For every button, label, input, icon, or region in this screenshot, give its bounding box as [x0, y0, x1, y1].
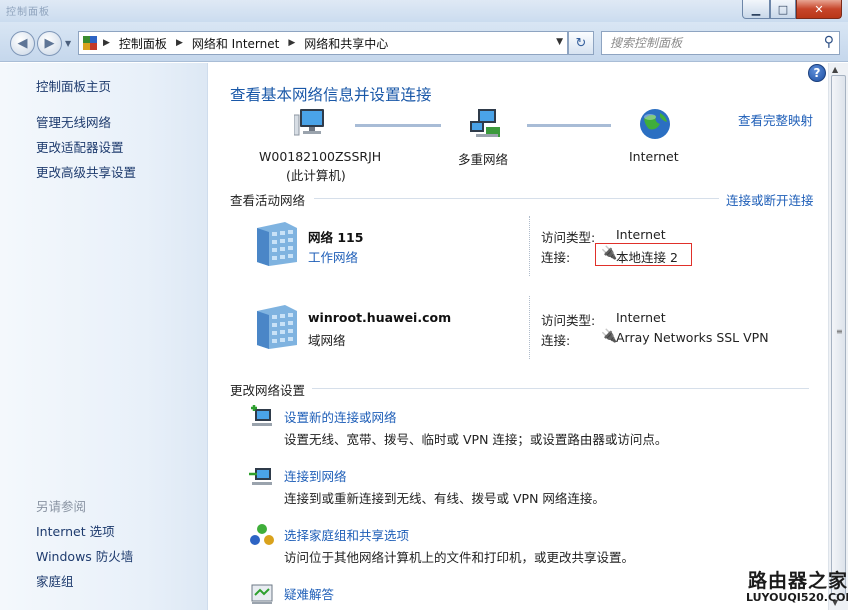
network-name: 网络 115 — [308, 230, 364, 245]
ethernet-adapter-icon: 🔌 — [601, 246, 618, 261]
map-connector-line — [527, 124, 611, 127]
setup-new-connection-link[interactable]: 设置新的连接或网络 — [284, 407, 397, 426]
computer-sub-label: (此计算机) — [286, 168, 346, 183]
minimize-icon: ▁ — [751, 2, 761, 16]
sidebar-link-control-panel-home[interactable]: 控制面板主页 — [36, 76, 111, 95]
computer-icon[interactable] — [294, 107, 330, 141]
search-icon[interactable]: ⚲ — [824, 34, 834, 50]
address-dropdown-icon[interactable]: ▼ — [556, 37, 563, 47]
main-content: ? 查看基本网络信息并设置连接 查看完整映射 W00182100ZSSRJH (… — [209, 63, 828, 610]
access-type-value: Internet — [616, 310, 666, 325]
search-input[interactable] — [610, 33, 810, 53]
maximize-button[interactable]: □ — [770, 0, 796, 19]
section-divider — [314, 198, 719, 199]
scroll-grip-icon: ≡ — [836, 327, 843, 336]
internet-label: Internet — [629, 149, 679, 164]
window-title: 控制面板 — [6, 7, 50, 18]
work-network-icon[interactable] — [249, 220, 299, 268]
watermark-brand: 路由器之家 — [748, 570, 848, 592]
minimize-button[interactable]: ▁ — [742, 0, 770, 19]
scroll-thumb[interactable]: ≡ — [831, 75, 846, 595]
access-type-value: Internet — [616, 227, 666, 242]
connect-to-network-link[interactable]: 连接到网络 — [284, 466, 347, 485]
sidebar-link-internet-options[interactable]: Internet 选项 — [36, 521, 115, 540]
watermark: 路由器之家 LUYOUQI520.COM — [718, 566, 848, 610]
sidebar-link-advanced-sharing[interactable]: 更改高级共享设置 — [36, 162, 136, 181]
see-also-heading: 另请参阅 — [36, 499, 87, 514]
address-bar[interactable]: ▶ 控制面板 ▶ 网络和 Internet ▶ 网络和共享中心 ▼ — [78, 31, 568, 55]
help-icon: ? — [813, 66, 821, 80]
computer-name: W00182100ZSSRJH — [259, 149, 382, 164]
address-toolbar: ◀ ▶ ▼ ▶ 控制面板 ▶ 网络和 Internet ▶ 网络和共享中心 ▼ … — [0, 22, 848, 62]
breadcrumb-separator-icon[interactable]: ▶ — [176, 38, 183, 48]
network-type-link[interactable]: 工作网络 — [308, 247, 358, 266]
connections-label: 连接: — [541, 333, 571, 348]
sidebar-link-homegroup[interactable]: 家庭组 — [36, 571, 74, 590]
sidebar-link-windows-firewall[interactable]: Windows 防火墙 — [36, 546, 133, 565]
recent-pages-dropdown-icon[interactable]: ▼ — [65, 39, 71, 48]
watermark-url: LUYOUQI520.COM — [746, 591, 848, 604]
breadcrumb-separator-icon[interactable]: ▶ — [103, 38, 110, 48]
breadcrumb-separator-icon[interactable]: ▶ — [288, 38, 295, 48]
network-name: winroot.huawei.com — [308, 310, 452, 325]
window-title-bar: 控制面板 ▁ □ ✕ — [0, 0, 848, 22]
multiple-networks-label: 多重网络 — [458, 152, 509, 167]
page-title: 查看基本网络信息并设置连接 — [230, 86, 432, 104]
active-networks-heading: 查看活动网络 — [230, 193, 306, 208]
refresh-icon: ↻ — [575, 35, 587, 51]
change-settings-heading: 更改网络设置 — [230, 383, 306, 398]
sidebar-link-adapter-settings[interactable]: 更改适配器设置 — [36, 137, 124, 156]
domain-network-icon[interactable] — [249, 303, 299, 351]
new-connection-icon — [251, 405, 272, 426]
connect-disconnect-link[interactable]: 连接或断开连接 — [726, 190, 814, 209]
connections-label: 连接: — [541, 250, 571, 265]
setup-new-connection-desc: 设置无线、宽带、拨号、临时或 VPN 连接；或设置路由器或访问点。 — [284, 432, 668, 447]
refresh-button[interactable]: ↻ — [568, 31, 594, 55]
map-connector-line — [355, 124, 441, 127]
breadcrumb-network-internet[interactable]: 网络和 Internet — [192, 35, 279, 52]
view-full-map-link[interactable]: 查看完整映射 — [738, 110, 813, 129]
section-divider — [312, 388, 809, 389]
homegroup-icon — [250, 524, 274, 545]
homegroup-sharing-desc: 访问位于其他网络计算机上的文件和打印机，或更改共享设置。 — [284, 550, 635, 565]
connect-to-network-icon — [249, 468, 272, 485]
connect-to-network-desc: 连接到或重新连接到无线、有线、拨号或 VPN 网络连接。 — [284, 491, 605, 506]
vpn-connection-link[interactable]: Array Networks SSL VPN — [616, 330, 769, 345]
network-type: 域网络 — [308, 333, 346, 348]
close-icon: ✕ — [814, 2, 824, 16]
access-type-label: 访问类型: — [541, 313, 596, 328]
back-arrow-icon: ◀ — [17, 36, 28, 51]
sidebar: 控制面板主页 管理无线网络 更改适配器设置 更改高级共享设置 另请参阅 Inte… — [0, 63, 208, 610]
forward-arrow-icon: ▶ — [44, 36, 55, 51]
access-type-label: 访问类型: — [541, 230, 596, 245]
local-connection-link[interactable]: 本地连接 2 — [616, 247, 678, 266]
homegroup-sharing-link[interactable]: 选择家庭组和共享选项 — [284, 525, 409, 544]
scroll-up-icon[interactable]: ▲ — [832, 65, 838, 74]
vpn-adapter-icon: 🔌 — [601, 329, 618, 344]
back-button[interactable]: ◀ — [10, 31, 35, 56]
troubleshoot-icon — [251, 584, 273, 604]
multiple-networks-icon[interactable] — [468, 107, 504, 141]
control-panel-icon — [83, 36, 97, 50]
forward-button[interactable]: ▶ — [37, 31, 62, 56]
help-button[interactable]: ? — [808, 64, 826, 82]
vertical-scrollbar[interactable]: ▲ ≡ ▼ — [828, 63, 848, 610]
close-button[interactable]: ✕ — [796, 0, 842, 19]
column-separator — [529, 296, 530, 359]
maximize-icon: □ — [777, 2, 789, 16]
internet-globe-icon[interactable] — [638, 107, 672, 141]
breadcrumb-control-panel[interactable]: 控制面板 — [119, 35, 167, 52]
troubleshoot-link[interactable]: 疑难解答 — [284, 584, 334, 603]
column-separator — [529, 216, 530, 276]
sidebar-link-manage-wireless[interactable]: 管理无线网络 — [36, 112, 111, 131]
search-box[interactable]: ⚲ — [601, 31, 840, 55]
breadcrumb-network-sharing-center[interactable]: 网络和共享中心 — [304, 35, 388, 52]
